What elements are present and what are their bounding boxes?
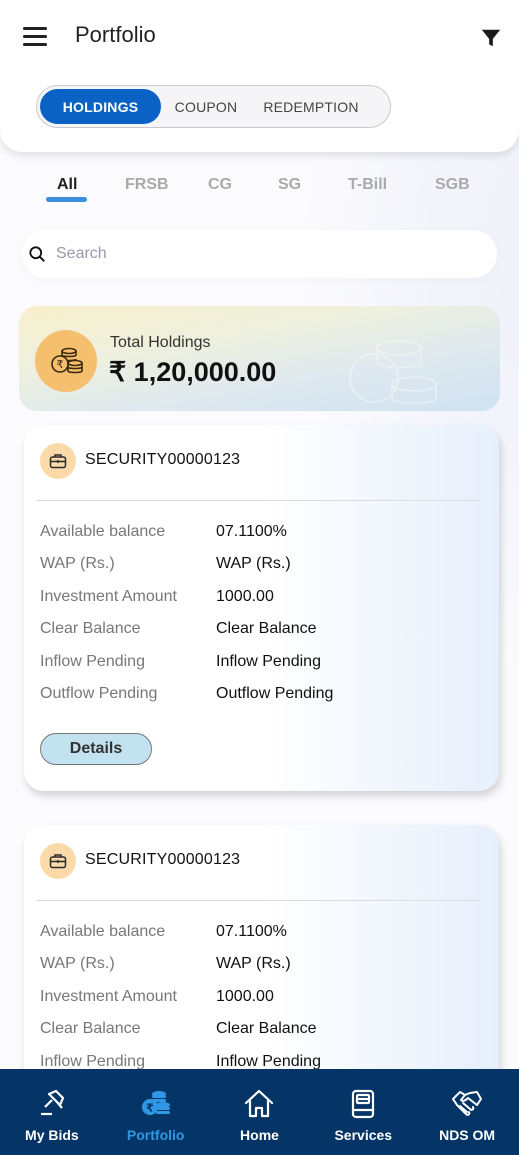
- briefcase-icon: [49, 454, 67, 469]
- row-label: WAP (Rs.): [40, 555, 115, 573]
- row-value: 1000.00: [216, 987, 274, 1005]
- tab-all[interactable]: All: [57, 176, 77, 194]
- row-label: Inflow Pending: [40, 1052, 145, 1070]
- segment-holdings[interactable]: HOLDINGS: [40, 89, 161, 124]
- row-label: Clear Balance: [40, 1020, 141, 1038]
- details-button[interactable]: Details: [40, 733, 152, 765]
- book-icon: [352, 1089, 375, 1119]
- coin-icon-circle: ₹: [35, 330, 97, 392]
- nav-label: Portfolio: [126, 1127, 185, 1143]
- row-label: Outflow Pending: [40, 684, 158, 702]
- divider: [37, 900, 481, 901]
- row-value: Inflow Pending: [216, 652, 321, 670]
- security-name: SECURITY00000123: [85, 851, 241, 868]
- row-label: Inflow Pending: [40, 652, 145, 670]
- row-value: Inflow Pending: [216, 1052, 321, 1070]
- search-icon: [29, 246, 45, 262]
- hamburger-menu-icon[interactable]: [23, 27, 47, 47]
- row-value: Clear Balance: [216, 1020, 317, 1038]
- category-tabs: All FRSB CG SG T-Bill SGB: [0, 170, 519, 210]
- row-label: Clear Balance: [40, 620, 141, 638]
- briefcase-icon-circle: [40, 443, 76, 479]
- total-holdings-label: Total Holdings: [110, 334, 211, 351]
- handshake-icon: [452, 1091, 483, 1116]
- segment-coupon[interactable]: COUPON: [161, 89, 251, 124]
- security-name: SECURITY00000123: [85, 451, 241, 468]
- tab-cg[interactable]: CG: [208, 176, 232, 194]
- svg-text:₹: ₹: [146, 1102, 154, 1115]
- nav-label: NDS OM: [439, 1127, 496, 1143]
- row-label: WAP (Rs.): [40, 955, 115, 973]
- page-title: Portfolio: [75, 22, 156, 47]
- tab-sgb[interactable]: SGB: [435, 176, 470, 194]
- filter-funnel-icon[interactable]: [480, 27, 502, 49]
- nav-services[interactable]: Services: [311, 1069, 415, 1155]
- row-label: Investment Amount: [40, 587, 177, 605]
- tab-frsb[interactable]: FRSB: [125, 176, 169, 194]
- row-value: Clear Balance: [216, 620, 317, 638]
- nav-portfolio[interactable]: ₹ Portfolio: [104, 1069, 208, 1155]
- nav-label: Services: [334, 1127, 393, 1143]
- home-icon: [245, 1089, 274, 1118]
- tab-sg[interactable]: SG: [278, 176, 301, 194]
- bottom-navigation: My Bids ₹ Portfolio Home Services NDS OM: [0, 1069, 519, 1155]
- svg-text:₹: ₹: [57, 358, 64, 371]
- segment-redemption[interactable]: REDEMPTION: [251, 89, 371, 124]
- coins-watermark-icon: [349, 340, 437, 405]
- nav-my-bids[interactable]: My Bids: [0, 1069, 104, 1155]
- row-value: 07.1100%: [216, 923, 287, 940]
- total-holdings-value: ₹ 1,20,000.00: [109, 357, 277, 387]
- row-value: 1000.00: [216, 587, 274, 605]
- briefcase-icon: [49, 854, 67, 869]
- row-label: Investment Amount: [40, 987, 177, 1005]
- app-header: Portfolio HOLDINGS COUPON REDEMPTION: [0, 0, 519, 152]
- active-tab-indicator: [46, 197, 87, 202]
- nav-label: Home: [240, 1127, 279, 1143]
- nav-nds-om[interactable]: NDS OM: [415, 1069, 519, 1155]
- briefcase-icon-circle: [40, 843, 76, 879]
- row-value: WAP (Rs.): [216, 555, 291, 573]
- gavel-icon: [40, 1089, 64, 1116]
- nav-label: My Bids: [25, 1127, 79, 1143]
- rupee-coins-icon: ₹: [51, 347, 83, 374]
- tab-t-bill[interactable]: T-Bill: [348, 176, 387, 194]
- row-value: 07.1100%: [216, 523, 287, 540]
- row-value: WAP (Rs.): [216, 955, 291, 973]
- security-card: SECURITY00000123 Available balance 07.110…: [24, 425, 499, 791]
- nav-home[interactable]: Home: [208, 1069, 312, 1155]
- view-segmented-control: HOLDINGS COUPON REDEMPTION: [36, 85, 391, 128]
- row-value: Outflow Pending: [216, 684, 334, 702]
- divider: [37, 500, 481, 501]
- rupee-coins-icon: ₹: [141, 1091, 170, 1115]
- total-holdings-card: ₹ Total Holdings ₹ 1,20,000.00: [19, 306, 500, 411]
- search-bar: [22, 230, 497, 278]
- row-label: Available balance: [40, 523, 166, 540]
- row-label: Available balance: [40, 923, 166, 940]
- search-input[interactable]: [56, 245, 476, 263]
